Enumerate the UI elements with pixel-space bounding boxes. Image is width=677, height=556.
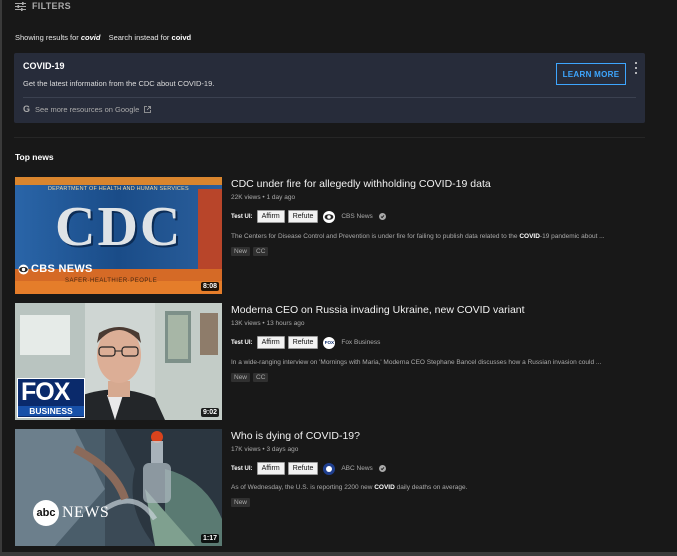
test-ui-actions: Test UI: Affirm Refute CBS News	[231, 210, 386, 223]
original-query-link[interactable]: coivd	[172, 33, 192, 42]
more-options-icon[interactable]	[633, 61, 639, 75]
channel-name[interactable]: Fox Business	[341, 339, 380, 346]
affirm-button[interactable]: Affirm	[256, 336, 285, 349]
abc-logo-icon	[326, 465, 333, 472]
video-duration: 8:08	[200, 282, 219, 291]
info-panel-text: Get the latest information from the CDC …	[23, 79, 215, 88]
video-meta: 17K views • 3 days ago	[231, 446, 299, 453]
more-resources-label: See more resources on Google	[35, 104, 140, 114]
channel-name[interactable]: ABC News	[341, 465, 372, 472]
refute-button[interactable]: Refute	[287, 210, 319, 223]
google-icon: G	[23, 104, 31, 114]
info-panel-title: COVID-19	[23, 61, 65, 71]
sliders-icon	[15, 1, 26, 11]
video-badges: New	[231, 498, 251, 507]
video-result[interactable]: abc NEWS 1:17 Who is dying of COVID-19? …	[15, 429, 655, 547]
info-panel-divider	[23, 97, 636, 98]
badge-new: New	[231, 373, 251, 382]
video-thumbnail[interactable]: abc NEWS 1:17	[15, 429, 222, 546]
test-ui-label: Test UI:	[231, 213, 253, 220]
video-description: As of Wednesday, the U.S. is reporting 2…	[231, 484, 468, 491]
affirm-button[interactable]: Affirm	[256, 210, 285, 223]
test-ui-label: Test UI:	[231, 339, 253, 346]
badge-new: New	[231, 498, 251, 507]
patient-ventilator-thumbnail	[15, 429, 222, 546]
test-ui-actions: Test UI: Affirm Refute FOX Fox Business	[231, 336, 380, 349]
covid-info-panel: COVID-19 Get the latest information from…	[14, 53, 645, 123]
badge-cc: CC	[253, 247, 269, 256]
thumb-footer-text: SAFER·HEALTHIER·PEOPLE	[65, 278, 158, 284]
channel-avatar[interactable]	[323, 462, 336, 475]
video-thumbnail[interactable]: DEPARTMENT OF HEALTH AND HUMAN SERVICES …	[15, 177, 222, 294]
video-duration: 1:17	[200, 534, 219, 543]
video-title[interactable]: Moderna CEO on Russia invading Ukraine, …	[231, 304, 525, 316]
test-ui-actions: Test UI: Affirm Refute ABC News	[231, 462, 386, 475]
external-link-icon	[144, 105, 152, 113]
affirm-button[interactable]: Affirm	[256, 462, 285, 475]
channel-name[interactable]: CBS News	[341, 213, 372, 220]
badge-cc: CC	[253, 373, 269, 382]
video-meta: 13K views • 13 hours ago	[231, 320, 305, 327]
channel-avatar[interactable]: FOX	[323, 336, 336, 349]
test-ui-label: Test UI:	[231, 465, 253, 472]
cbs-news-logo: CBS NEWS	[18, 263, 93, 275]
abc-news-logo: abc NEWS	[33, 500, 109, 526]
channel-avatar[interactable]	[323, 210, 336, 223]
window-left-edge	[0, 0, 2, 556]
window-bottom-edge	[0, 552, 677, 556]
showing-results-prefix: Showing results for	[15, 33, 79, 42]
video-thumbnail[interactable]: FOX BUSINESS 9:02	[15, 303, 222, 420]
refute-button[interactable]: Refute	[287, 336, 319, 349]
corrected-query-link[interactable]: covid	[81, 33, 101, 42]
top-news-heading: Top news	[15, 152, 54, 162]
video-title[interactable]: CDC under fire for allegedly withholding…	[231, 178, 491, 190]
search-instead-prefix: Search instead for	[108, 33, 170, 42]
verified-icon	[378, 465, 386, 472]
refute-button[interactable]: Refute	[287, 462, 319, 475]
fox-business-logo: FOX BUSINESS	[17, 378, 85, 418]
filters-button[interactable]: FILTERS	[15, 1, 71, 11]
cbs-eye-icon	[324, 213, 334, 220]
video-description: The Centers for Disease Control and Prev…	[231, 233, 605, 240]
thumb-cdc-text: CDC	[55, 196, 183, 258]
video-title[interactable]: Who is dying of COVID-19?	[231, 430, 360, 442]
filters-label: FILTERS	[32, 1, 71, 11]
video-badges: New CC	[231, 247, 269, 256]
video-badges: New CC	[231, 373, 269, 382]
thumb-header-text: DEPARTMENT OF HEALTH AND HUMAN SERVICES	[48, 186, 189, 192]
verified-icon	[378, 213, 386, 220]
learn-more-button[interactable]: LEARN MORE	[556, 63, 626, 85]
badge-new: New	[231, 247, 251, 256]
video-duration: 9:02	[200, 408, 219, 417]
spelling-correction: Showing results for covid Search instead…	[15, 33, 191, 42]
video-result[interactable]: FOX BUSINESS 9:02 Moderna CEO on Russia …	[15, 303, 655, 421]
video-meta: 22K views • 1 day ago	[231, 194, 296, 201]
video-result[interactable]: DEPARTMENT OF HEALTH AND HUMAN SERVICES …	[15, 177, 655, 295]
video-description: In a wide-ranging interview on 'Mornings…	[231, 359, 602, 366]
cbs-eye-icon	[18, 264, 29, 274]
more-resources-link[interactable]: G See more resources on Google	[23, 104, 152, 114]
section-divider	[14, 137, 645, 138]
